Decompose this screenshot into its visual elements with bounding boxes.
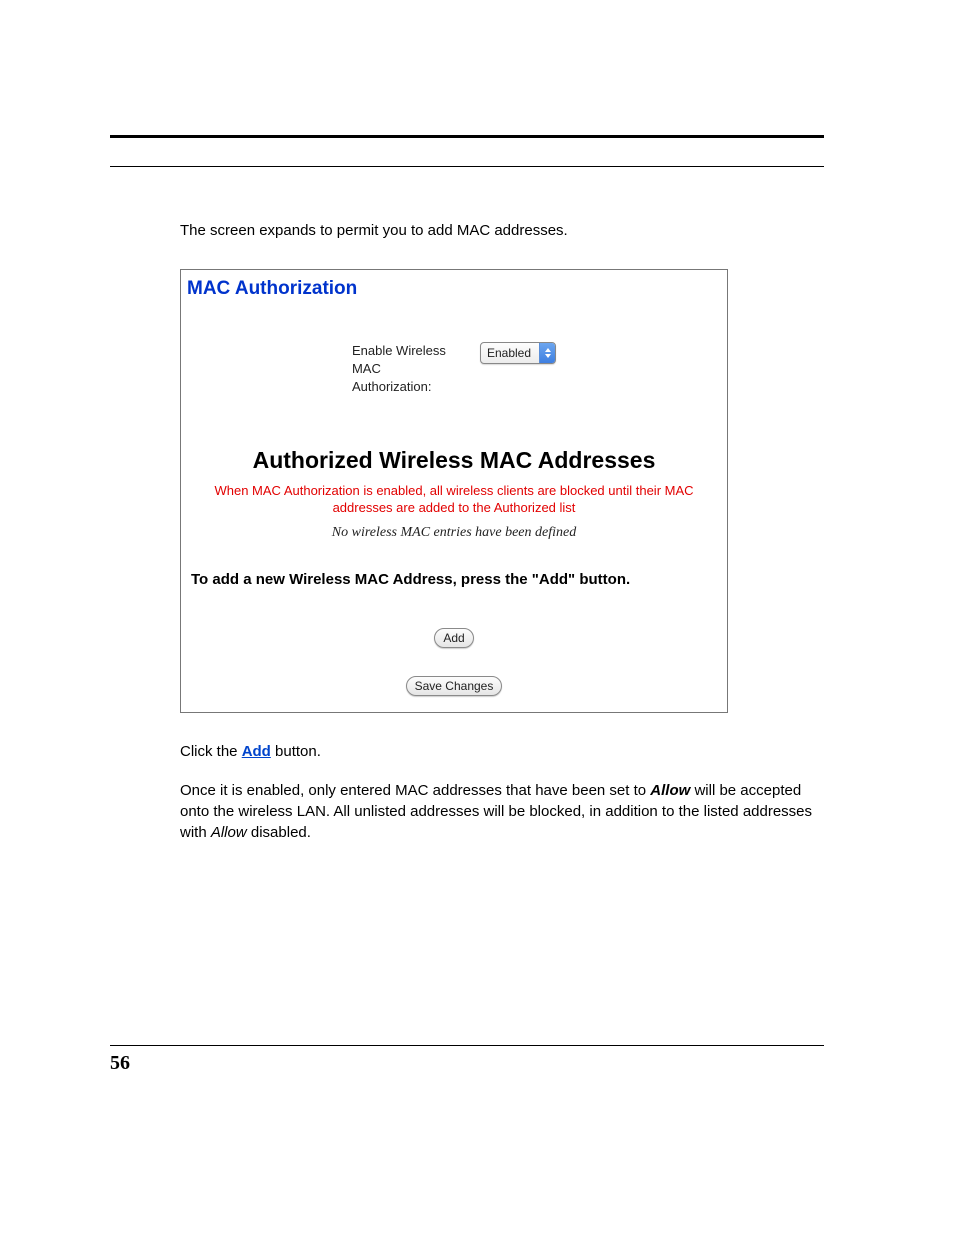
warning-text: When MAC Authorization is enabled, all w… xyxy=(181,482,727,517)
authorized-heading: Authorized Wireless MAC Addresses xyxy=(181,447,727,474)
page-footer: 56 xyxy=(110,1045,824,1075)
no-entries-text: No wireless MAC entries have been define… xyxy=(181,525,727,541)
text-after-link: button. xyxy=(271,743,321,760)
intro-paragraph: The screen expands to permit you to add … xyxy=(180,222,824,239)
enable-label: Enable Wireless MAC Authorization: xyxy=(352,342,462,397)
allow-emphasis-2: Allow xyxy=(211,824,247,841)
add-instruction: To add a new Wireless MAC Address, press… xyxy=(181,571,727,588)
rule-heavy xyxy=(110,135,824,138)
enable-select-value: Enabled xyxy=(481,346,539,360)
rule-thin xyxy=(110,166,824,167)
save-changes-button[interactable]: Save Changes xyxy=(406,676,503,696)
enable-field-row: Enable Wireless MAC Authorization: Enabl… xyxy=(181,302,727,447)
post-paragraph-2: Once it is enabled, only entered MAC add… xyxy=(180,780,824,843)
p2-part-a: Once it is enabled, only entered MAC add… xyxy=(180,782,650,799)
allow-emphasis-1: Allow xyxy=(650,782,690,799)
mac-authorization-panel: MAC Authorization Enable Wireless MAC Au… xyxy=(180,269,728,713)
post-paragraph-1: Click the Add button. xyxy=(180,741,824,762)
page-number: 56 xyxy=(110,1052,824,1075)
select-arrows-icon xyxy=(539,342,555,364)
enable-select[interactable]: Enabled xyxy=(480,342,556,364)
panel-title: MAC Authorization xyxy=(181,270,727,302)
text-before-link: Click the xyxy=(180,743,242,760)
add-button[interactable]: Add xyxy=(434,628,473,648)
add-link[interactable]: Add xyxy=(242,743,271,760)
p2-part-c: disabled. xyxy=(247,824,311,841)
footer-rule xyxy=(110,1045,824,1046)
